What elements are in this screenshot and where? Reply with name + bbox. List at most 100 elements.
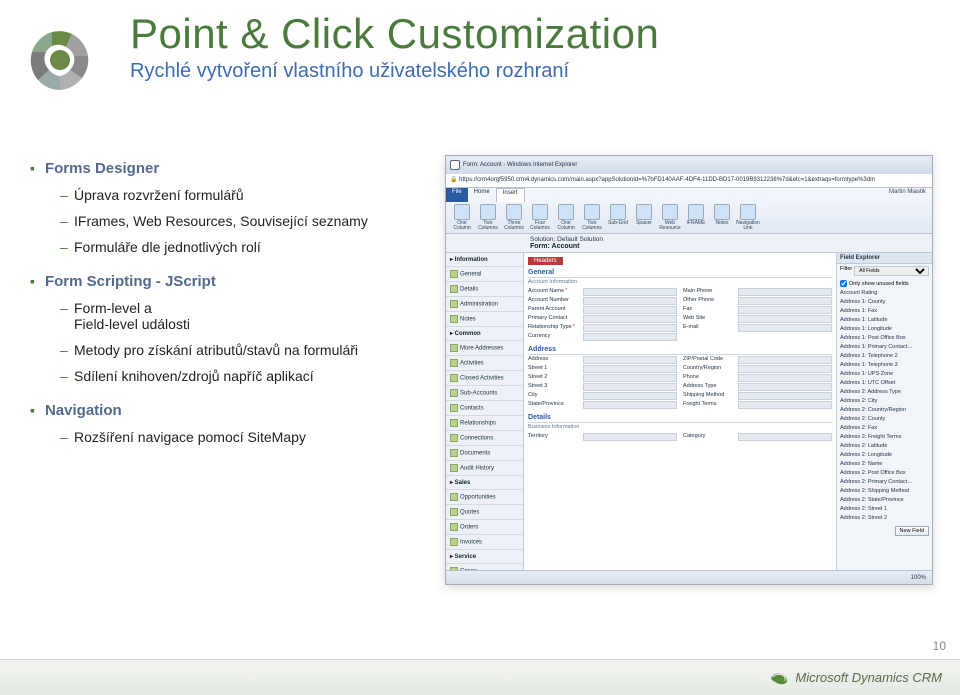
form-field[interactable]: Country/Region — [683, 365, 832, 373]
nav-item[interactable]: Notes — [446, 312, 523, 327]
explorer-field[interactable]: Address 2: Address Type — [837, 388, 932, 397]
explorer-field[interactable]: Address 1: Fax — [837, 307, 932, 316]
form-label: Form: Account — [530, 243, 830, 250]
explorer-field[interactable]: Address 2: Latitude — [837, 442, 932, 451]
explorer-field[interactable]: Address 2: City — [837, 397, 932, 406]
ribbon-tab-home[interactable]: Home — [468, 188, 496, 202]
nav-item[interactable]: Administration — [446, 297, 523, 312]
nav-group-header[interactable]: ▸ Sales — [446, 476, 523, 490]
solution-label: Solution: Default Solution — [530, 236, 830, 243]
explorer-field[interactable]: Address 2: State/Province — [837, 496, 932, 505]
nav-item[interactable]: Sub-Accounts — [446, 386, 523, 401]
explorer-field[interactable]: Address 2: County — [837, 415, 932, 424]
headers-tab[interactable]: Headers — [528, 257, 563, 265]
ribbon-item[interactable]: Notes — [710, 204, 734, 231]
ribbon-item[interactable]: Three Columns — [502, 204, 526, 231]
form-field[interactable]: Fax — [683, 306, 832, 314]
explorer-field[interactable]: Address 1: Latitude — [837, 316, 932, 325]
form-field[interactable]: Street 1 — [528, 365, 677, 373]
explorer-field[interactable]: Address 1: County — [837, 298, 932, 307]
address-bar[interactable]: 🔒 https://crm4orgf5950.crm4.dynamics.com… — [446, 174, 932, 188]
nav-group-header[interactable]: ▸ Service — [446, 550, 523, 564]
ribbon-item[interactable]: Two Columns — [476, 204, 500, 231]
explorer-field[interactable]: Address 2: Fax — [837, 424, 932, 433]
explorer-field[interactable]: Address 2: Primary Contact… — [837, 478, 932, 487]
explorer-field[interactable]: Address 2: Shipping Method — [837, 487, 932, 496]
user-name: Martin Miastik — [883, 188, 932, 202]
nav-item[interactable]: Relationships — [446, 416, 523, 431]
new-field-button[interactable]: New Field — [895, 526, 929, 536]
nav-item[interactable]: More Addresses — [446, 341, 523, 356]
nav-item[interactable]: Activities — [446, 356, 523, 371]
explorer-field[interactable]: Address 2: Freight Terms — [837, 433, 932, 442]
nav-item[interactable]: General — [446, 267, 523, 282]
bullet-level1: Navigation — [30, 402, 122, 419]
ribbon-item[interactable]: IFRAME — [684, 204, 708, 231]
form-field[interactable]: Other Phone — [683, 297, 832, 305]
ribbon-item[interactable]: One Column — [450, 204, 474, 231]
bullet-level2: Sdílení knihoven/zdrojů napříč aplikací — [60, 368, 430, 384]
explorer-field[interactable]: Address 1: UTC Offset — [837, 379, 932, 388]
explorer-field[interactable]: Address 1: UPS Zone — [837, 370, 932, 379]
nav-item[interactable]: Opportunities — [446, 490, 523, 505]
explorer-field[interactable]: Account Rating — [837, 289, 932, 298]
form-field[interactable]: Phone — [683, 374, 832, 382]
form-field[interactable]: Freight Terms — [683, 401, 832, 409]
explorer-field[interactable]: Address 1: Primary Contact… — [837, 343, 932, 352]
form-field[interactable]: State/Province — [528, 401, 677, 409]
explorer-field[interactable]: Address 1: Telephone 3 — [837, 361, 932, 370]
ribbon-item[interactable]: Spacer — [632, 204, 656, 231]
form-field[interactable]: Parent Account — [528, 306, 677, 314]
form-field[interactable]: City — [528, 392, 677, 400]
ribbon-tab-insert[interactable]: Insert — [496, 188, 525, 202]
ribbon-tab-file[interactable]: File — [446, 188, 468, 202]
explorer-field[interactable]: Address 2: Street 2 — [837, 514, 932, 523]
nav-group-header[interactable]: ▸ Common — [446, 327, 523, 341]
nav-item[interactable]: Details — [446, 282, 523, 297]
form-field[interactable]: Street 2 — [528, 374, 677, 382]
form-field[interactable]: E-mail — [683, 324, 832, 332]
nav-item[interactable]: Quotes — [446, 505, 523, 520]
left-nav[interactable]: ▸ InformationGeneralDetailsAdministratio… — [446, 253, 524, 585]
nav-item[interactable]: Orders — [446, 520, 523, 535]
form-field[interactable]: ZIP/Postal Code — [683, 356, 832, 364]
filter-select[interactable]: All Fields — [854, 266, 929, 276]
form-field[interactable]: Street 3 — [528, 383, 677, 391]
nav-item[interactable]: Closed Activities — [446, 371, 523, 386]
explorer-field[interactable]: Address 2: Longitude — [837, 451, 932, 460]
bullet-level1: Form Scripting - JScript — [30, 273, 216, 290]
unused-checkbox[interactable] — [840, 280, 847, 287]
form-field[interactable]: Currency — [528, 333, 677, 341]
explorer-field[interactable]: Address 2: Post Office Box — [837, 469, 932, 478]
ribbon-item[interactable]: One Column — [554, 204, 578, 231]
ribbon-item[interactable]: Sub-Grid — [606, 204, 630, 231]
ribbon-item[interactable]: Two Columns — [580, 204, 604, 231]
form-canvas[interactable]: Headers General Account Information Acco… — [524, 253, 836, 585]
form-field[interactable]: Relationship Type — [528, 324, 677, 332]
nav-item[interactable]: Connections — [446, 431, 523, 446]
form-field[interactable]: Account Number — [528, 297, 677, 305]
form-field[interactable]: Account Name — [528, 288, 677, 296]
form-field[interactable]: Address Type — [683, 383, 832, 391]
nav-item[interactable]: Invoices — [446, 535, 523, 550]
ribbon-item[interactable]: Web Resource — [658, 204, 682, 231]
nav-item[interactable]: Audit History — [446, 461, 523, 476]
explorer-field[interactable]: Address 1: Longitude — [837, 325, 932, 334]
field-explorer[interactable]: Field Explorer Filter All Fields Only sh… — [836, 253, 932, 585]
ribbon-item[interactable]: Navigation Link — [736, 204, 760, 231]
explorer-field[interactable]: Address 1: Telephone 2 — [837, 352, 932, 361]
explorer-field[interactable]: Address 2: Name — [837, 460, 932, 469]
explorer-field[interactable]: Address 1: Post Office Box — [837, 334, 932, 343]
form-field[interactable]: Primary Contact — [528, 315, 677, 323]
nav-item[interactable]: Contacts — [446, 401, 523, 416]
form-field[interactable]: Address — [528, 356, 677, 364]
status-bar: 100% — [446, 570, 932, 584]
explorer-field[interactable]: Address 2: Country/Region — [837, 406, 932, 415]
form-field[interactable]: Shipping Method — [683, 392, 832, 400]
ribbon-item[interactable]: Four Columns — [528, 204, 552, 231]
form-field[interactable]: Main Phone — [683, 288, 832, 296]
explorer-field[interactable]: Address 2: Street 1 — [837, 505, 932, 514]
form-field[interactable]: Web Site — [683, 315, 832, 323]
nav-group-header[interactable]: ▸ Information — [446, 253, 523, 267]
nav-item[interactable]: Documents — [446, 446, 523, 461]
